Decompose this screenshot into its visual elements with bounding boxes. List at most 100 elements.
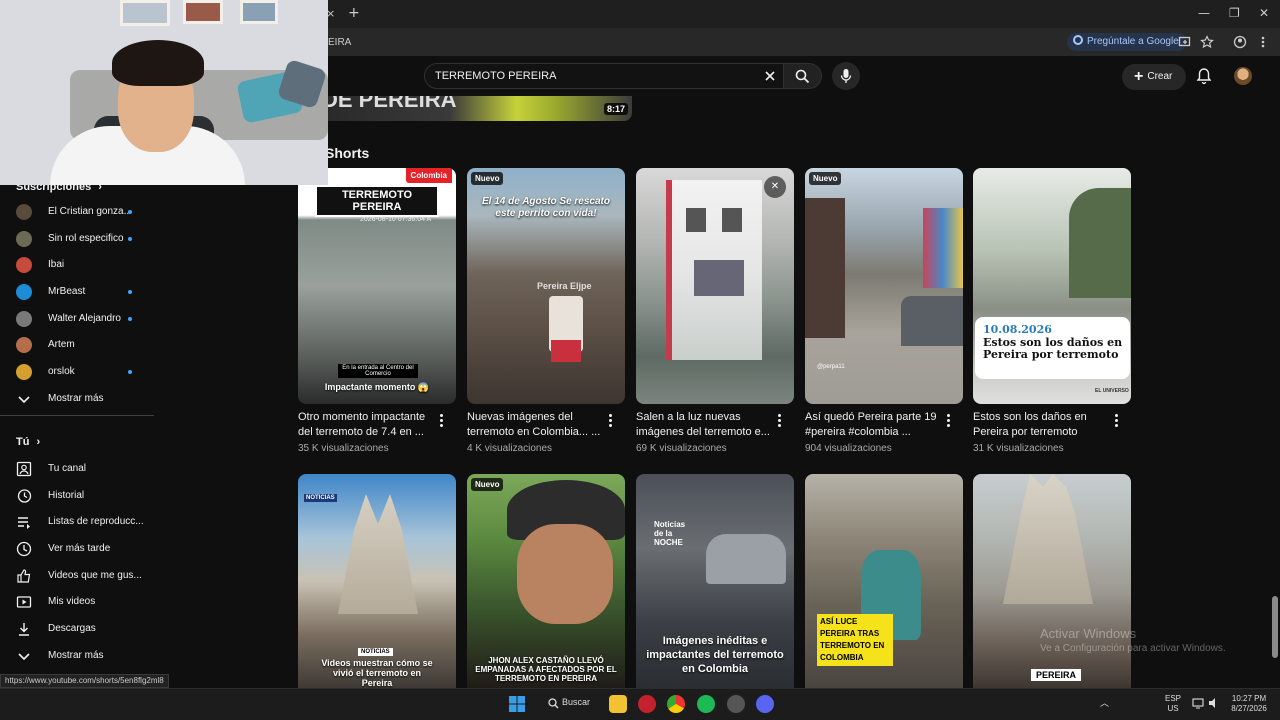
- install-app-icon[interactable]: [1178, 35, 1192, 49]
- voice-search-button[interactable]: [832, 62, 860, 90]
- short-card[interactable]: NOTICIAS NOTICIAS Videos muestran cómo s…: [298, 474, 456, 688]
- channel-avatar: [16, 284, 32, 300]
- user-avatar[interactable]: [1234, 67, 1252, 85]
- short-thumbnail[interactable]: Nuevo @perpa11: [805, 168, 963, 404]
- browser-menu-icon[interactable]: [1258, 35, 1268, 49]
- more-options-icon[interactable]: [439, 414, 445, 428]
- create-label: Crear: [1147, 71, 1173, 82]
- short-thumbnail[interactable]: ASÍ LUCE PEREIRA TRAS TERREMOTO EN COLOM…: [805, 474, 963, 688]
- sidebar-item-subscription[interactable]: Artem: [0, 332, 150, 358]
- chrome-icon[interactable]: [667, 695, 685, 713]
- plus-icon: +: [1134, 68, 1144, 85]
- short-title[interactable]: Así quedó Pereira parte 19 #pereira #col…: [805, 410, 943, 440]
- sidebar-item-subscription[interactable]: Ibai: [0, 252, 150, 278]
- short-thumbnail[interactable]: Nuevo El 14 de Agosto Se rescato este pe…: [467, 168, 625, 404]
- minimize-button[interactable]: —: [1198, 6, 1210, 20]
- sidebar-item-my-videos[interactable]: Mis videos: [0, 589, 150, 615]
- short-thumbnail[interactable]: 10.08.2026 Estos son los daños en Pereir…: [973, 168, 1131, 404]
- short-thumbnail[interactable]: NOTICIAS NOTICIAS Videos muestran cómo s…: [298, 474, 456, 688]
- sidebar-item-playlists[interactable]: Listas de reproducc...: [0, 509, 150, 535]
- short-card[interactable]: ASÍ LUCE PEREIRA TRAS TERREMOTO EN COLOM…: [805, 474, 963, 688]
- file-explorer-icon[interactable]: [609, 695, 627, 713]
- short-thumbnail[interactable]: ✕: [636, 168, 794, 404]
- profile-icon[interactable]: [1233, 35, 1247, 49]
- sidebar-item-label: Artem: [48, 339, 75, 350]
- create-button[interactable]: + Crear: [1122, 64, 1186, 90]
- short-thumbnail[interactable]: PEREIRA: [973, 474, 1131, 688]
- taskbar-search-icon[interactable]: [548, 698, 559, 709]
- church-figure: [338, 494, 418, 614]
- sidebar-item-watch-later[interactable]: Ver más tarde: [0, 536, 150, 562]
- ask-google-button[interactable]: Pregúntale a Google: [1067, 33, 1187, 51]
- restore-button[interactable]: ❐: [1229, 6, 1240, 20]
- bookmark-star-icon[interactable]: [1200, 35, 1214, 49]
- short-thumbnail[interactable]: Nuevo JHON ALEX CASTAÑO LLEVÓ EMPANADAS …: [467, 474, 625, 688]
- channel-icon: [16, 461, 32, 477]
- short-title[interactable]: Otro momento impactante del terremoto de…: [298, 410, 436, 440]
- info-card-text: Estos son los daños en Pereira por terre…: [983, 336, 1123, 361]
- short-card[interactable]: Nuevo JHON ALEX CASTAÑO LLEVÓ EMPANADAS …: [467, 474, 625, 688]
- short-thumbnail[interactable]: Noticias de la NOCHE Imágenes inéditas e…: [636, 474, 794, 688]
- short-title[interactable]: Salen a la luz nuevas imágenes del terre…: [636, 410, 774, 440]
- new-tab-button[interactable]: +: [348, 5, 360, 21]
- search-input[interactable]: [435, 64, 735, 88]
- scrollbar-thumb[interactable]: [1272, 596, 1278, 658]
- sidebar-item-label: Descargas: [48, 623, 96, 634]
- sidebar-item-subscription[interactable]: El Cristian gonza...: [0, 199, 150, 225]
- activate-windows-title: Activar Windows: [1040, 626, 1137, 641]
- short-card[interactable]: Nuevo El 14 de Agosto Se rescato este pe…: [467, 168, 625, 458]
- more-options-icon[interactable]: [1114, 414, 1120, 428]
- search-button[interactable]: [784, 63, 822, 89]
- address-text[interactable]: EIRA: [328, 37, 351, 48]
- discord-icon[interactable]: [756, 695, 774, 713]
- tray-chevron-up-icon[interactable]: ︿: [1100, 698, 1109, 708]
- windows-start-icon[interactable]: [509, 696, 525, 712]
- short-overlay-title: El 14 de Agosto Se rescato este perrito …: [481, 196, 610, 219]
- more-options-icon[interactable]: [946, 414, 952, 428]
- short-title[interactable]: Estos son los daños en Pereira por terre…: [973, 410, 1111, 440]
- short-card[interactable]: Noticias de la NOCHE Imágenes inéditas e…: [636, 474, 794, 688]
- taskbar-search-label[interactable]: Buscar: [562, 697, 590, 707]
- channel-handle: @perpa11: [817, 364, 845, 370]
- taskbar-clock[interactable]: 10:27 PM 8/27/2026: [1226, 694, 1272, 714]
- short-card[interactable]: ✕ Salen a la luz nuevas imágenes del ter…: [636, 168, 794, 458]
- network-icon[interactable]: [1192, 697, 1204, 709]
- you-heading[interactable]: Tú ›: [16, 436, 40, 448]
- keyboard-layout: US: [1167, 704, 1179, 713]
- show-more-subscriptions[interactable]: Mostrar más: [0, 386, 150, 412]
- short-title[interactable]: Nuevas imágenes del terremoto en Colombi…: [467, 410, 605, 440]
- clear-search-icon[interactable]: [764, 70, 776, 82]
- short-card[interactable]: Nuevo @perpa11 Así quedó Pereira parte 1…: [805, 168, 963, 458]
- volume-icon[interactable]: [1208, 697, 1220, 709]
- app-icon[interactable]: [727, 695, 745, 713]
- sidebar-item-your-channel[interactable]: Tu canal: [0, 456, 150, 482]
- more-options-icon[interactable]: [777, 414, 783, 428]
- short-card[interactable]: PEREIRA: [973, 474, 1131, 688]
- spotify-icon[interactable]: [697, 695, 715, 713]
- sidebar-item-liked-videos[interactable]: Videos que me gus...: [0, 563, 150, 589]
- sidebar-item-subscription[interactable]: orslok: [0, 359, 150, 385]
- opera-icon[interactable]: [638, 695, 656, 713]
- muted-icon[interactable]: ✕: [764, 176, 786, 198]
- clock-date: 8/27/2026: [1231, 704, 1267, 713]
- close-window-button[interactable]: ✕: [1259, 6, 1269, 20]
- more-options-icon[interactable]: [608, 414, 614, 428]
- short-thumbnail[interactable]: Colombia TERREMOTO PEREIRA 2026-08-10 07…: [298, 168, 456, 404]
- sidebar-item-subscription[interactable]: Walter Alejandro: [0, 306, 150, 332]
- top-video-thumbnail[interactable]: DE PEREIRA: [328, 96, 632, 121]
- page-scrollbar[interactable]: [1271, 56, 1280, 688]
- microphone-icon: [840, 69, 852, 83]
- search-box[interactable]: [424, 63, 784, 89]
- keyboard-language[interactable]: ESP US: [1165, 694, 1181, 714]
- sidebar-item-subscription[interactable]: Sin rol especifico: [0, 226, 150, 252]
- sidebar-item-history[interactable]: Historial: [0, 483, 150, 509]
- sidebar-divider: [0, 415, 154, 416]
- notifications-bell-icon[interactable]: [1196, 67, 1212, 85]
- short-views: 69 K visualizaciones: [636, 443, 727, 454]
- sidebar-item-subscription[interactable]: MrBeast: [0, 279, 150, 305]
- sidebar-item-downloads[interactable]: Descargas: [0, 616, 150, 642]
- show-more-you[interactable]: Mostrar más: [0, 643, 150, 669]
- short-card[interactable]: 10.08.2026 Estos son los daños en Pereir…: [973, 168, 1131, 458]
- short-card[interactable]: Colombia TERREMOTO PEREIRA 2026-08-10 07…: [298, 168, 456, 458]
- sidebar-item-label: Ibai: [48, 259, 65, 270]
